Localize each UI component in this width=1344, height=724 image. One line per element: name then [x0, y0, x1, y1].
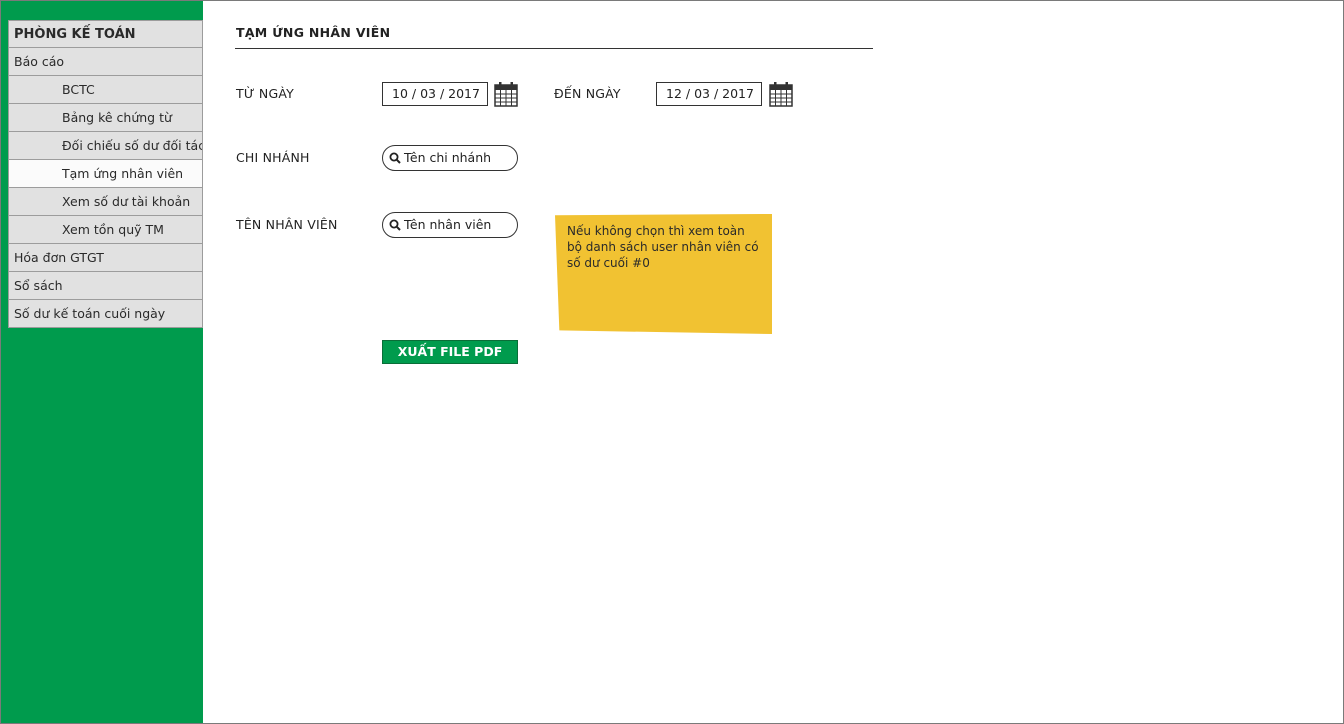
from-date-input[interactable]: 10 / 03 / 2017: [382, 82, 488, 106]
page-title: TẠM ỨNG NHÂN VIÊN: [236, 25, 391, 40]
branch-search-input[interactable]: Tên chi nhánh: [382, 145, 518, 171]
to-date-input[interactable]: 12 / 03 / 2017: [656, 82, 762, 106]
sidebar-item-bang-ke-chung-tu[interactable]: Bảng kê chứng từ: [8, 104, 203, 132]
sticky-note: Nếu không chọn thì xem toàn bộ danh sách…: [555, 214, 772, 334]
calendar-icon[interactable]: [494, 81, 518, 107]
employee-search-input[interactable]: Tên nhân viên: [382, 212, 518, 238]
sidebar-item-so-du-cuoi-ngay[interactable]: Số dư kế toán cuối ngày: [8, 300, 203, 328]
calendar-icon[interactable]: [769, 81, 793, 107]
sidebar-menu: PHÒNG KẾ TOÁN Báo cáo BCTC Bảng kê chứng…: [8, 20, 203, 328]
export-pdf-button[interactable]: XUẤT FILE PDF: [382, 340, 518, 364]
sidebar-item-doi-chieu-so-du[interactable]: Đối chiếu số dư đối tác: [8, 132, 203, 160]
employee-placeholder: Tên nhân viên: [404, 217, 492, 232]
to-date-label: ĐẾN NGÀY: [554, 86, 621, 101]
branch-placeholder: Tên chi nhánh: [404, 150, 492, 165]
search-icon: [389, 152, 401, 164]
sidebar-header: PHÒNG KẾ TOÁN: [8, 20, 203, 48]
branch-label: CHI NHÁNH: [236, 150, 310, 165]
sidebar-item-bao-cao[interactable]: Báo cáo: [8, 48, 203, 76]
search-icon: [389, 219, 401, 231]
sidebar-item-xem-so-du-tai-khoan[interactable]: Xem số dư tài khoản: [8, 188, 203, 216]
title-divider: [235, 48, 873, 49]
sidebar-item-tam-ung-nhan-vien[interactable]: Tạm ứng nhân viên: [8, 160, 203, 188]
employee-label: TÊN NHÂN VIÊN: [236, 217, 338, 232]
from-date-label: TỪ NGÀY: [236, 86, 294, 101]
sidebar-item-so-sach[interactable]: Sổ sách: [8, 272, 203, 300]
sidebar-item-bctc[interactable]: BCTC: [8, 76, 203, 104]
sidebar-item-hoa-don-gtgt[interactable]: Hóa đơn GTGT: [8, 244, 203, 272]
sidebar-item-xem-ton-quy[interactable]: Xem tồn quỹ TM: [8, 216, 203, 244]
